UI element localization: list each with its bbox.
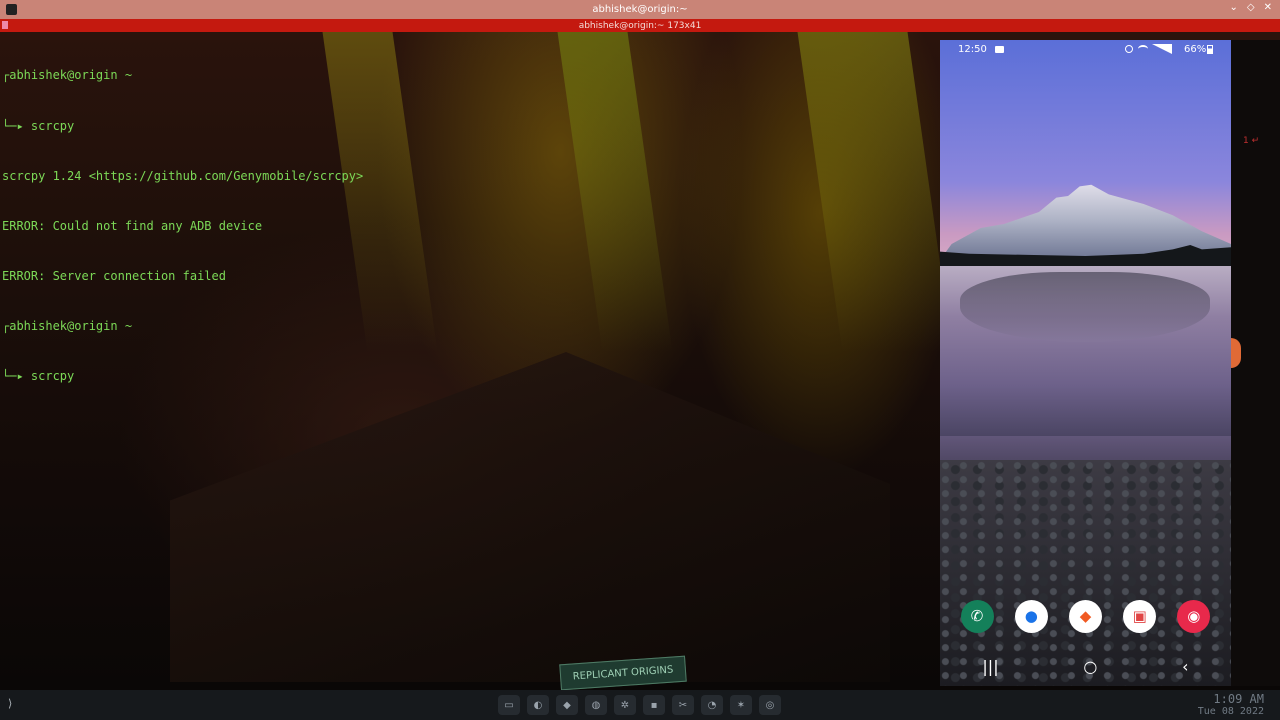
- terminal-tab-title[interactable]: abhishek@origin:~ 173x41: [579, 21, 702, 31]
- app-launcher-icon[interactable]: ⟩: [8, 697, 12, 710]
- phone-glyph: ✆: [970, 607, 984, 625]
- taskbar-obs-icon[interactable]: ◎: [759, 695, 781, 715]
- brave-app-icon[interactable]: ◆: [1068, 599, 1102, 633]
- minimize-button[interactable]: ⌄: [1230, 2, 1238, 13]
- taskbar-brave-icon[interactable]: ◆: [556, 695, 578, 715]
- taskbar-files-icon[interactable]: ◔: [701, 695, 723, 715]
- window-titlebar: abhishek@origin:~ ⌄ ◇ ✕: [0, 0, 1280, 19]
- prompt-user-host: abhishek@origin ~: [9, 68, 133, 83]
- alarm-icon: [1125, 45, 1133, 53]
- recents-button[interactable]: |||: [982, 657, 998, 676]
- terminal-tab-bar: abhishek@origin:~ 173x41: [0, 19, 1280, 32]
- terminal-app-icon: [6, 4, 17, 15]
- phone-dock: ✆ ● ◆ ▣ ◉: [940, 596, 1231, 636]
- tab-indicator-icon[interactable]: [2, 21, 8, 29]
- taskbar-scissors-icon[interactable]: ✂: [672, 695, 694, 715]
- taskbar-terminal-icon[interactable]: ▭: [498, 695, 520, 715]
- phone-status-bar: 12:50 66%: [940, 40, 1231, 60]
- brave-glyph: ◆: [1079, 607, 1092, 625]
- window-title: abhishek@origin:~: [592, 4, 688, 15]
- messages-app-icon[interactable]: ●: [1014, 599, 1048, 633]
- taskbar: ⟩ ▭ ◐ ◆ ◍ ✲ ▪ ✂ ◔ ✶ ◎ 1:09 AM Tue 08 202…: [0, 690, 1280, 720]
- wallpaper-stripe: [557, 32, 673, 352]
- home-button[interactable]: ○: [1083, 657, 1097, 676]
- gallery-glyph: ▣: [1132, 607, 1147, 625]
- command-text: scrcpy: [23, 368, 75, 383]
- taskbar-apps: ▭ ◐ ◆ ◍ ✲ ▪ ✂ ◔ ✶ ◎: [498, 695, 781, 715]
- maximize-button[interactable]: ◇: [1247, 2, 1255, 13]
- phone-nav-bar: ||| ○ ‹: [940, 650, 1231, 682]
- wallpaper-building: [170, 352, 890, 682]
- error-text: ERROR: Could not find any ADB device: [2, 218, 263, 233]
- window-controls: ⌄ ◇ ✕: [1230, 2, 1272, 13]
- taskbar-tool-icon[interactable]: ✶: [730, 695, 752, 715]
- camera-app-icon[interactable]: ◉: [1177, 599, 1211, 633]
- output-text: scrcpy 1.24 <https://github.com/Genymobi…: [2, 168, 364, 183]
- clock-time: 1:09 AM: [1213, 692, 1264, 706]
- command-text: scrcpy: [23, 118, 75, 133]
- terminal-line: └─▸ scrcpy: [2, 118, 363, 135]
- gallery-app-icon[interactable]: ▣: [1123, 599, 1157, 633]
- messages-glyph: ●: [1024, 607, 1038, 625]
- phone-app-icon[interactable]: ✆: [960, 599, 994, 633]
- prompt-glyph: └─▸: [2, 118, 24, 133]
- right-edge-panel: 1 ↵: [1231, 40, 1280, 686]
- phone-clock: 12:50: [958, 44, 987, 55]
- terminal-line: ┌abhishek@origin ~: [2, 67, 363, 84]
- prompt-user-host: abhishek@origin ~: [9, 318, 133, 333]
- terminal-line: ERROR: Server connection failed: [2, 268, 363, 285]
- battery-percent: 66%: [1184, 44, 1207, 55]
- wifi-icon: [1138, 45, 1148, 53]
- taskbar-firefox-icon[interactable]: ◍: [585, 695, 607, 715]
- terminal-line: ┌abhishek@origin ~: [2, 318, 363, 335]
- wallpaper-reflection: [960, 272, 1210, 342]
- close-button[interactable]: ✕: [1264, 2, 1272, 13]
- error-text: ERROR: Server connection failed: [2, 268, 226, 283]
- taskbar-app-icon[interactable]: ▪: [643, 695, 665, 715]
- terminal-line: scrcpy 1.24 <https://github.com/Genymobi…: [2, 168, 363, 185]
- phone-mirror-window[interactable]: 12:50 66% ✆ ● ◆ ▣ ◉ ||| ○ ‹: [940, 40, 1231, 686]
- taskbar-settings-icon[interactable]: ✲: [614, 695, 636, 715]
- wallpaper-stripe: [797, 32, 953, 352]
- taskbar-browser-icon[interactable]: ◐: [527, 695, 549, 715]
- terminal-line: └─▸ scrcpy: [2, 368, 363, 385]
- terminal-output[interactable]: ┌abhishek@origin ~ └─▸ scrcpy scrcpy 1.2…: [2, 34, 363, 401]
- camera-glyph: ◉: [1187, 607, 1201, 625]
- back-button[interactable]: ‹: [1182, 657, 1188, 676]
- clock-date: Tue 08 2022: [1197, 706, 1264, 717]
- taskbar-clock[interactable]: 1:09 AM Tue 08 2022: [1197, 692, 1264, 718]
- battery-icon: [1207, 45, 1213, 54]
- terminal-line: ERROR: Could not find any ADB device: [2, 218, 363, 235]
- signal-icon: [1152, 44, 1172, 54]
- edge-panel-handle[interactable]: [1231, 338, 1241, 368]
- prompt-glyph: └─▸: [2, 368, 24, 383]
- edge-mark: 1 ↵: [1243, 136, 1260, 146]
- screen-record-icon: [995, 46, 1004, 53]
